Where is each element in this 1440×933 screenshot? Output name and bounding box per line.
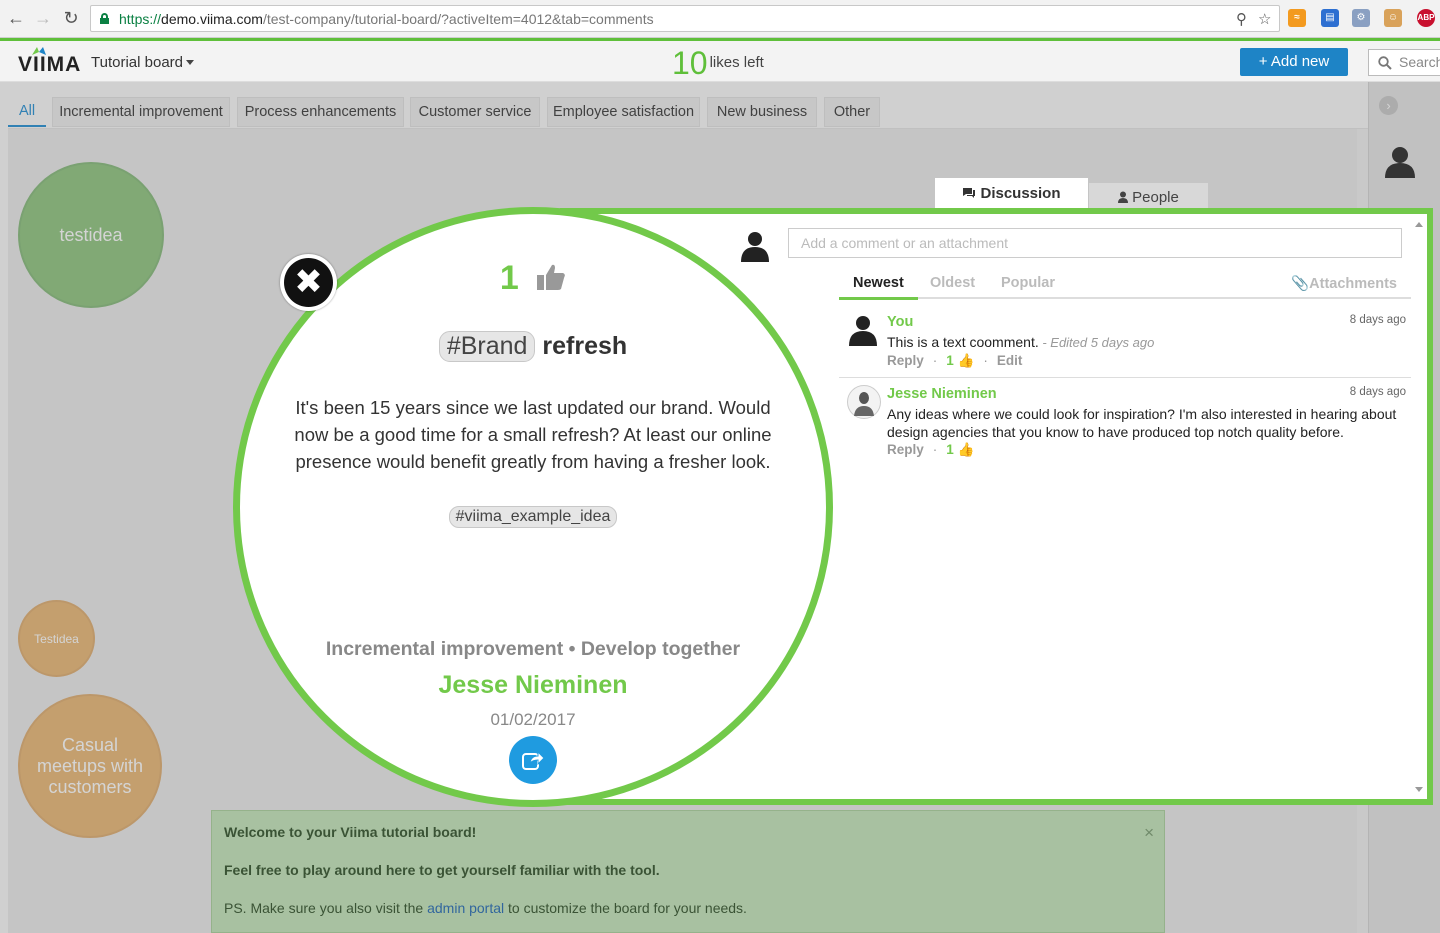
idea-category-status: Incremental improvement • Develop togeth… bbox=[325, 638, 741, 660]
idea-bubble[interactable]: Testidea bbox=[18, 600, 95, 677]
avatar-icon bbox=[849, 316, 877, 346]
share-button[interactable] bbox=[509, 736, 557, 784]
close-button[interactable]: ✖ bbox=[280, 254, 337, 311]
comment-item: Jesse Nieminen 8 days ago Any ideas wher… bbox=[839, 385, 1411, 466]
star-icon[interactable]: ☆ bbox=[1258, 10, 1271, 28]
tab-incremental-improvement[interactable]: Incremental improvement bbox=[52, 97, 230, 127]
rss-icon[interactable]: ≈ bbox=[1288, 9, 1306, 27]
welcome-title: Welcome to your Viima tutorial board! bbox=[224, 824, 477, 840]
sort-popular[interactable]: Popular bbox=[1001, 275, 1055, 291]
reply-button[interactable]: Reply bbox=[887, 353, 924, 368]
comment-actions: Reply · 1 👍 · Edit bbox=[887, 353, 1023, 368]
idea-date: 01/02/2017 bbox=[490, 710, 576, 729]
board-selector[interactable]: Tutorial board bbox=[91, 54, 183, 71]
sort-oldest[interactable]: Oldest bbox=[930, 275, 975, 291]
avatar-photo bbox=[847, 385, 881, 419]
idea-author[interactable]: Jesse Nieminen bbox=[240, 671, 826, 700]
welcome-notice: × Welcome to your Viima tutorial board! … bbox=[211, 810, 1165, 933]
thumbs-up-icon: 👍 bbox=[957, 353, 975, 368]
like-button[interactable]: 1 👍 bbox=[946, 442, 974, 457]
browser-toolbar: ← → ↻ https://demo.viima.com/test-compan… bbox=[0, 0, 1440, 38]
comment-time: 8 days ago bbox=[1349, 314, 1406, 326]
title-hashtag[interactable]: #Brand bbox=[438, 331, 536, 362]
chevron-right-icon[interactable]: › bbox=[1379, 96, 1398, 115]
close-icon: ✖ bbox=[284, 258, 333, 307]
paperclip-icon: 📎 bbox=[1291, 276, 1310, 292]
forward-icon[interactable]: → bbox=[32, 7, 54, 29]
idea-tags: #viima_example_idea bbox=[240, 506, 826, 528]
adblock-icon[interactable]: ABP bbox=[1417, 9, 1435, 27]
lock-icon bbox=[100, 13, 109, 24]
caret-down-icon[interactable] bbox=[186, 60, 194, 65]
comment-input[interactable]: Add a comment or an attachment bbox=[788, 228, 1402, 258]
comment-author[interactable]: Jesse Nieminen bbox=[887, 386, 997, 402]
search-icon bbox=[1378, 56, 1392, 70]
idea-description: It's been 15 years since we last updated… bbox=[294, 397, 772, 472]
key-icon[interactable]: ⚲ bbox=[1236, 10, 1247, 28]
tab-customer-service[interactable]: Customer service bbox=[410, 97, 540, 127]
thumbs-up-icon: 👍 bbox=[957, 442, 975, 457]
hashtag-chip[interactable]: #viima_example_idea bbox=[448, 506, 618, 528]
welcome-text: Feel free to play around here to get you… bbox=[224, 862, 660, 878]
face-icon[interactable]: ☺ bbox=[1384, 9, 1402, 27]
thumbs-up-icon bbox=[537, 264, 565, 290]
idea-bubble[interactable]: Casual meetups with customers bbox=[18, 694, 162, 838]
address-bar[interactable]: https://demo.viima.com/test-company/tuto… bbox=[90, 5, 1280, 32]
search-input[interactable]: Search bbox=[1368, 49, 1440, 76]
close-icon[interactable]: × bbox=[1144, 823, 1154, 843]
reply-button[interactable]: Reply bbox=[887, 442, 924, 457]
key-extension-icon[interactable]: ⚙ bbox=[1352, 9, 1370, 27]
comment-time: 8 days ago bbox=[1349, 386, 1406, 398]
tab-all[interactable]: All bbox=[8, 97, 46, 127]
likes-left-counter: 10 likes left bbox=[672, 45, 764, 81]
sort-newest[interactable]: Newest bbox=[839, 275, 918, 300]
divider bbox=[839, 377, 1411, 378]
tab-employee-satisfaction[interactable]: Employee satisfaction bbox=[547, 97, 700, 127]
comment-item: You 8 days ago This is a text coomment. … bbox=[839, 314, 1411, 374]
idea-title: #Brand refresh bbox=[240, 331, 826, 362]
calendar-icon[interactable]: ▤ bbox=[1321, 9, 1339, 27]
back-icon[interactable]: ← bbox=[5, 7, 27, 29]
person-icon bbox=[1118, 191, 1129, 203]
tab-process-enhancements[interactable]: Process enhancements bbox=[237, 97, 404, 127]
welcome-ps: PS. Make sure you also visit the admin p… bbox=[224, 900, 747, 916]
comments-icon bbox=[963, 188, 976, 198]
comments-scrollbar[interactable] bbox=[1413, 218, 1425, 798]
comment-text: Any ideas where we could look for inspir… bbox=[887, 406, 1397, 440]
tab-new-business[interactable]: New business bbox=[707, 97, 817, 127]
avatar-icon bbox=[1385, 147, 1415, 178]
comment-sort-tabs: Newest Oldest Popular 📎Attachments bbox=[839, 270, 1411, 300]
attachments-filter[interactable]: 📎Attachments bbox=[1291, 275, 1397, 292]
share-icon bbox=[522, 750, 545, 770]
like-button[interactable]: 1 👍 bbox=[946, 353, 974, 368]
comment-text: This is a text coomment. - Edited 5 days… bbox=[887, 334, 1155, 350]
comment-author[interactable]: You bbox=[887, 314, 913, 330]
app-header: VIIMA Tutorial board 10 likes left + Add … bbox=[0, 38, 1440, 82]
add-new-button[interactable]: + Add new bbox=[1240, 48, 1348, 76]
url-text: https://demo.viima.com/test-company/tuto… bbox=[119, 11, 654, 27]
comment-actions: Reply · 1 👍 bbox=[887, 442, 975, 457]
reload-icon[interactable]: ↻ bbox=[60, 7, 82, 29]
category-tabs: All Incremental improvement Process enha… bbox=[8, 82, 1368, 129]
viima-logo[interactable]: VIIMA bbox=[18, 47, 81, 77]
tab-other[interactable]: Other bbox=[824, 97, 880, 127]
idea-bubble[interactable]: testidea bbox=[18, 162, 164, 308]
admin-portal-link[interactable]: admin portal bbox=[427, 900, 504, 916]
edit-button[interactable]: Edit bbox=[997, 353, 1023, 368]
